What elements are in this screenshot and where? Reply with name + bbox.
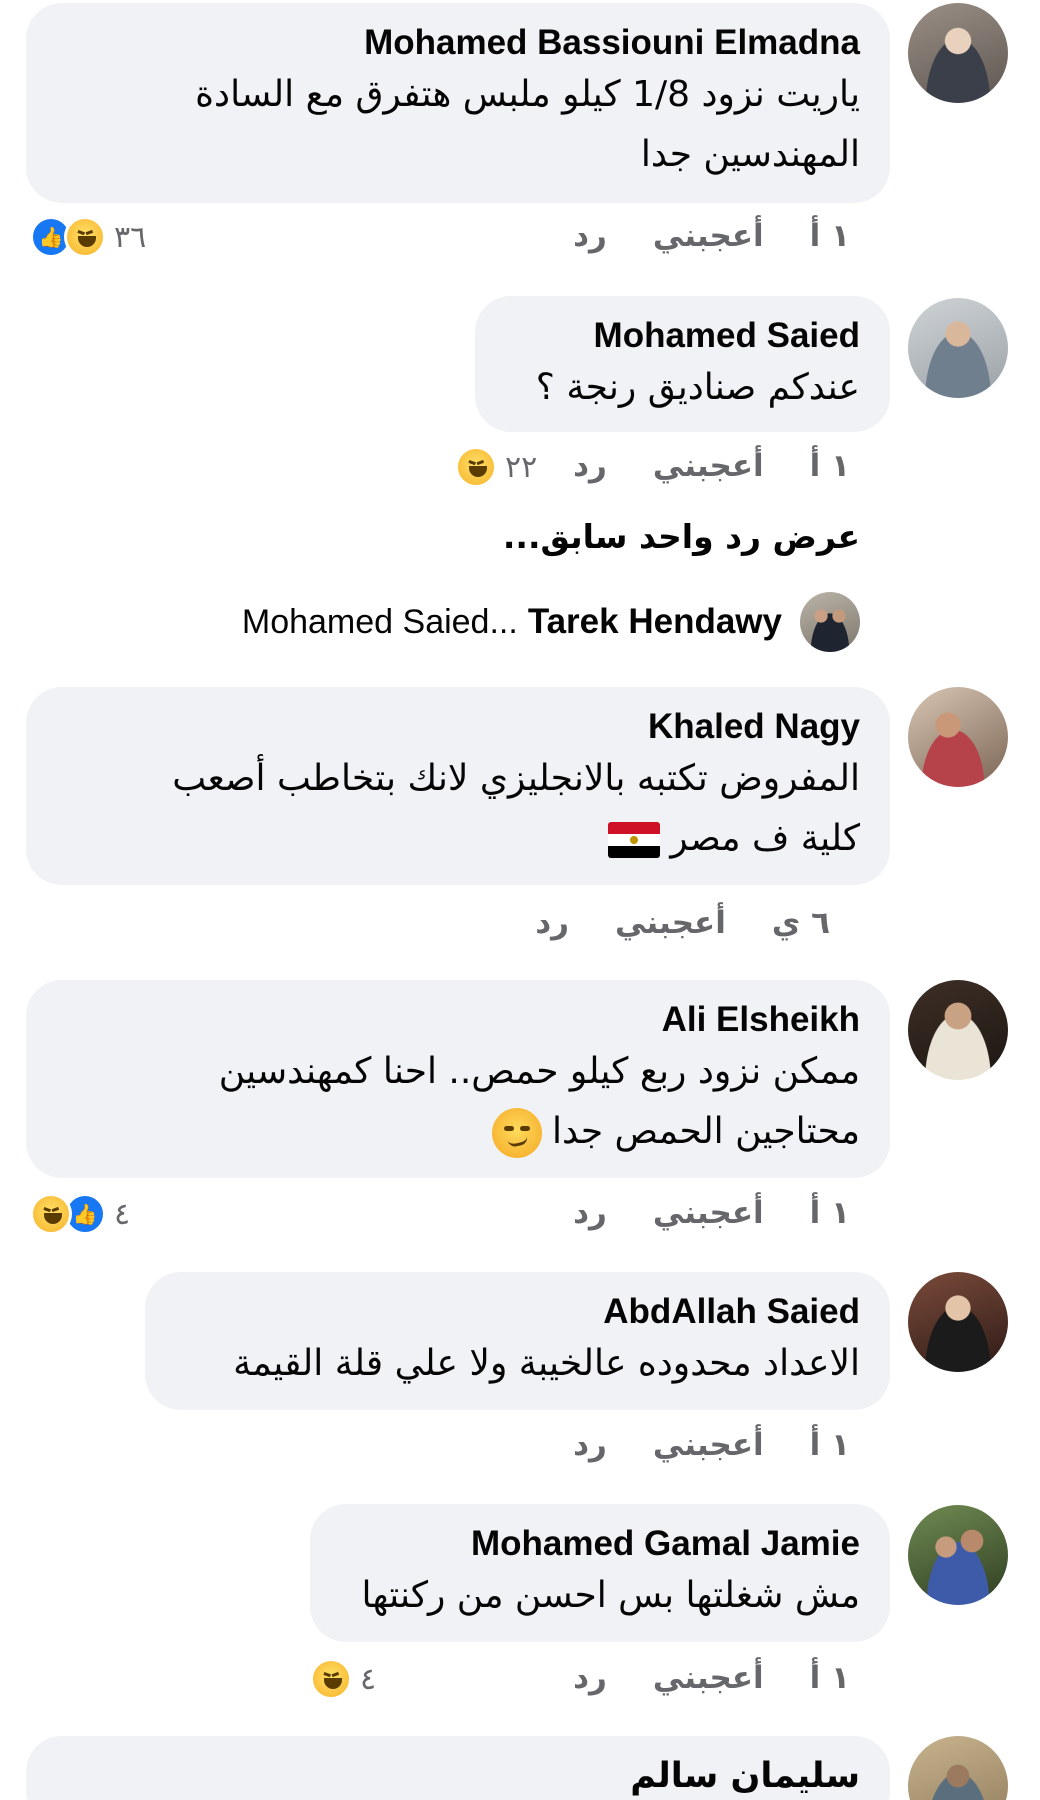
reply-button[interactable]: رد (573, 448, 607, 484)
reply-button[interactable]: رد (573, 1195, 607, 1231)
comment-author[interactable]: Ali Elsheikh (58, 998, 860, 1042)
haha-emoji-icon (64, 216, 106, 258)
comment-actions: ١ أ أعجبني رد (573, 218, 850, 254)
avatar[interactable] (908, 3, 1008, 103)
avatar[interactable] (908, 298, 1008, 398)
avatar[interactable] (908, 1736, 1008, 1800)
like-button[interactable]: أعجبني (653, 1427, 764, 1463)
haha-emoji-icon (30, 1193, 72, 1235)
comment-bubble: Mohamed Gamal Jamie مش شغلتها بس احسن من… (310, 1504, 890, 1642)
comment-bubble: Mohamed Saied عندكم صناديق رنجة ؟ (475, 296, 890, 432)
reaction-count: ٣٦ (114, 219, 147, 255)
reactions-summary[interactable]: ٢٢ (455, 446, 545, 488)
comment-time[interactable]: ١ أ (810, 1427, 850, 1463)
comment-author[interactable]: سليمان سالم (58, 1754, 860, 1798)
comment-text: الاعداد محدوده عالخيبة ولا علي قلة القيم… (233, 1343, 860, 1384)
comment-time[interactable]: ١ أ (810, 1195, 850, 1231)
comment-author[interactable]: Mohamed Saied (507, 314, 860, 358)
comment-time[interactable]: ١ أ (810, 1660, 850, 1696)
comment-text: محتاجين الحمص جدا (58, 1102, 860, 1162)
avatar[interactable] (908, 980, 1008, 1080)
like-button[interactable]: أعجبني (653, 1195, 764, 1231)
haha-emoji-icon (310, 1658, 352, 1700)
comment-bubble: Mohamed Bassiouni Elmadna ياريت نزود 1/8… (26, 3, 890, 203)
reply-button[interactable]: رد (573, 1660, 607, 1696)
reply-button[interactable]: رد (573, 218, 607, 254)
comment-actions: ١ أ أعجبني رد (573, 1427, 850, 1463)
comment-actions: ٦ ي أعجبني رد (535, 905, 830, 941)
reactions-summary[interactable]: ٤ (310, 1658, 384, 1700)
reply-preview-text: Mohamed Saied... (241, 602, 518, 641)
avatar[interactable] (908, 1272, 1008, 1372)
haha-emoji-icon (455, 446, 497, 488)
like-button[interactable]: أعجبني (653, 1660, 764, 1696)
reaction-count: ٤ (114, 1196, 131, 1232)
comment-bubble: Ali Elsheikh ممكن نزود ربع كيلو حمص.. اح… (26, 980, 890, 1178)
comment-author[interactable]: AbdAllah Saied (177, 1290, 860, 1334)
comment-actions: ١ أ أعجبني رد (573, 448, 850, 484)
comment-text: ياريت نزود 1/8 كيلو ملبس هتفرق مع السادة (195, 74, 860, 115)
reply-button[interactable]: رد (573, 1427, 607, 1463)
view-previous-reply-link[interactable]: عرض رد واحد سابق... (503, 517, 860, 556)
comment-bubble: سليمان سالم (26, 1736, 890, 1800)
avatar[interactable] (800, 592, 860, 652)
reaction-count: ٤ (360, 1661, 377, 1697)
avatar[interactable] (908, 1505, 1008, 1605)
comment-actions: ١ أ أعجبني رد (573, 1660, 850, 1696)
comment-bubble: AbdAllah Saied الاعداد محدوده عالخيبة ول… (145, 1272, 890, 1410)
reply-button[interactable]: رد (535, 905, 569, 941)
comment-text: المهندسين جدا (640, 134, 860, 175)
comment-text: ممكن نزود ربع كيلو حمص.. احنا كمهندسين (218, 1051, 860, 1092)
reactions-summary[interactable]: 👍 ٣٦ (30, 216, 154, 258)
like-button[interactable]: أعجبني (653, 218, 764, 254)
comment-time[interactable]: ١ أ (810, 448, 850, 484)
smirk-emoji-icon (491, 1108, 542, 1158)
reaction-count: ٢٢ (505, 449, 538, 485)
comment-text: كلية ف مصر (58, 809, 860, 869)
comment-author[interactable]: Mohamed Bassiouni Elmadna (58, 21, 860, 65)
comment-time[interactable]: ٦ ي (772, 905, 830, 941)
like-button[interactable]: أعجبني (653, 448, 764, 484)
comment-author[interactable]: Khaled Nagy (58, 705, 860, 749)
comment-bubble: Khaled Nagy المفروض تكتبه بالانجليزي لان… (26, 687, 890, 885)
egypt-flag-icon (608, 822, 661, 858)
comment-text: عندكم صناديق رنجة ؟ (535, 367, 860, 408)
comment-text: مش شغلتها بس احسن من ركنتها (361, 1575, 860, 1616)
avatar[interactable] (908, 687, 1008, 787)
comment-text: المفروض تكتبه بالانجليزي لانك بتخاطب أصع… (172, 758, 860, 799)
comment-author[interactable]: Mohamed Gamal Jamie (342, 1522, 860, 1566)
like-button[interactable]: أعجبني (615, 905, 726, 941)
reply-preview-author[interactable]: Tarek Hendawy (528, 602, 782, 642)
comment-time[interactable]: ١ أ (810, 218, 850, 254)
reply-preview[interactable]: Mohamed Saied... Tarek Hendawy (242, 592, 860, 652)
comment-actions: ١ أ أعجبني رد (573, 1195, 850, 1231)
reactions-summary[interactable]: 👍 ٤ (30, 1193, 138, 1235)
